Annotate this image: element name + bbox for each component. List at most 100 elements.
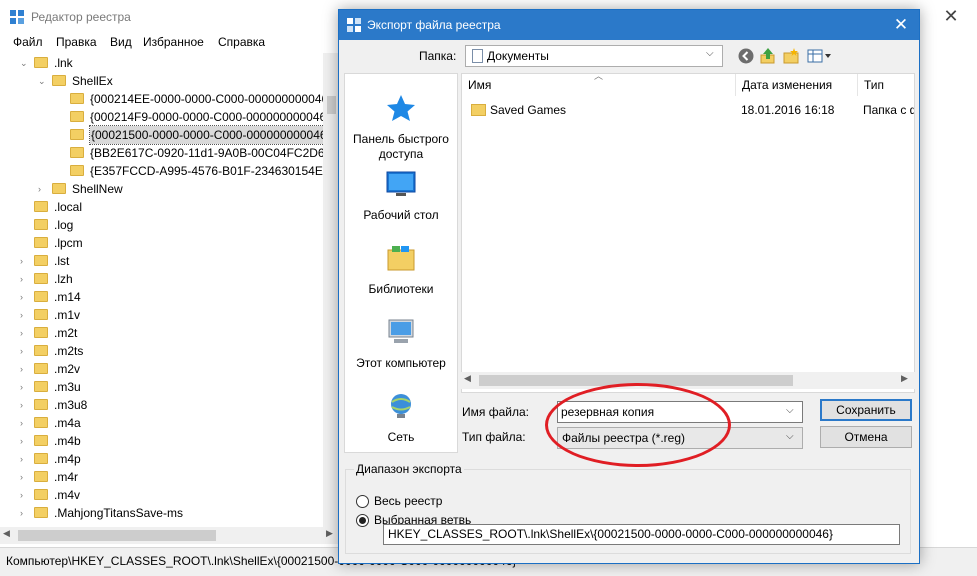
chevron-right-icon[interactable]: › bbox=[20, 504, 30, 522]
place-libraries[interactable]: Библиотеки bbox=[345, 244, 457, 297]
selected-branch-field[interactable]: HKEY_CLASSES_ROOT\.lnk\ShellEx\{00021500… bbox=[383, 524, 900, 545]
view-menu-icon[interactable] bbox=[806, 47, 832, 65]
filetype-value: Файлы реестра (*.reg) bbox=[562, 431, 685, 445]
chevron-right-icon[interactable]: › bbox=[20, 324, 30, 342]
chevron-down-icon[interactable]: ⌵ bbox=[706, 48, 714, 59]
column-type[interactable]: Тип bbox=[858, 74, 914, 96]
scroll-right-arrow-icon[interactable]: ▶ bbox=[326, 528, 333, 539]
back-icon[interactable] bbox=[737, 47, 755, 65]
places-bar: Панель быстрого доступа Рабочий стол Биб… bbox=[344, 73, 458, 453]
menu-view[interactable]: Вид bbox=[110, 35, 132, 49]
regedit-title: Редактор реестра bbox=[31, 10, 131, 24]
folder-select-value: Документы bbox=[487, 49, 549, 63]
place-this-computer[interactable]: Этот компьютер bbox=[345, 318, 457, 371]
dialog-title: Экспорт файла реестра bbox=[367, 18, 501, 32]
column-modified[interactable]: Дата изменения bbox=[736, 74, 858, 96]
dialog-titlebar[interactable]: Экспорт файла реестра ✕ bbox=[339, 10, 919, 40]
filename-input[interactable]: резервная копия ⌵ bbox=[557, 401, 803, 423]
tree-node-label: .m4r bbox=[54, 470, 78, 484]
chevron-right-icon[interactable]: › bbox=[20, 252, 30, 270]
radio-all-registry-label[interactable]: Весь реестр bbox=[374, 494, 442, 508]
close-icon[interactable]: ✕ bbox=[928, 0, 974, 32]
chevron-right-icon[interactable]: › bbox=[20, 270, 30, 288]
chevron-right-icon[interactable]: › bbox=[20, 414, 30, 432]
folder-icon bbox=[34, 291, 48, 302]
chevron-right-icon[interactable]: › bbox=[38, 180, 48, 198]
tree-node-label: .m2t bbox=[54, 326, 78, 340]
chevron-right-icon[interactable]: › bbox=[20, 396, 30, 414]
folder-icon bbox=[34, 507, 48, 518]
registry-tree[interactable]: ⌄ .lnk ⌄ ShellEx {000214EE-0000-0000-C000-00… bbox=[0, 53, 340, 545]
file-row[interactable]: Saved Games 18.01.2016 16:18 Папка с ф bbox=[462, 101, 914, 119]
scroll-left-arrow-icon[interactable]: ◀ bbox=[464, 373, 471, 384]
chevron-down-icon[interactable]: ⌄ bbox=[38, 72, 48, 90]
folder-label: Папка: bbox=[419, 49, 457, 63]
file-list-horizontal-scrollbar[interactable]: ◀ ▶ bbox=[461, 372, 915, 389]
close-icon[interactable]: ✕ bbox=[887, 13, 915, 37]
place-desktop[interactable]: Рабочий стол bbox=[345, 170, 457, 223]
scroll-left-arrow-icon[interactable]: ◀ bbox=[3, 528, 10, 539]
tree-node-label: .lpcm bbox=[54, 236, 83, 250]
folder-icon bbox=[52, 183, 66, 194]
chevron-right-icon[interactable]: › bbox=[20, 468, 30, 486]
export-range-legend: Диапазон экспорта bbox=[354, 462, 464, 476]
place-quick-access[interactable]: Панель быстрого доступа bbox=[345, 94, 457, 162]
folder-select[interactable]: Документы ⌵ bbox=[465, 45, 723, 67]
menu-help[interactable]: Справка bbox=[218, 35, 265, 49]
libraries-icon bbox=[387, 246, 415, 271]
tree-node-label: ShellEx bbox=[72, 74, 113, 88]
computer-icon bbox=[388, 319, 414, 343]
folder-icon bbox=[70, 129, 84, 140]
radio-selected-branch[interactable] bbox=[356, 514, 369, 527]
chevron-down-icon[interactable]: ⌵ bbox=[786, 431, 794, 442]
folder-icon bbox=[70, 93, 84, 104]
new-folder-icon[interactable] bbox=[782, 47, 800, 65]
tree-node-label: .lzh bbox=[54, 272, 73, 286]
filetype-label: Тип файла: bbox=[462, 430, 526, 444]
file-modified: 18.01.2016 16:18 bbox=[741, 103, 835, 117]
tree-node-label: {00021500-0000-0000-C000-000000000046} bbox=[89, 125, 333, 145]
cancel-button[interactable]: Отмена bbox=[820, 426, 912, 448]
place-label: Рабочий стол bbox=[363, 208, 439, 222]
place-network[interactable]: Сеть bbox=[345, 392, 457, 445]
menu-edit[interactable]: Правка bbox=[56, 35, 97, 49]
folder-icon bbox=[52, 75, 66, 86]
up-folder-icon[interactable] bbox=[759, 47, 777, 65]
tree-node-label: .m4b bbox=[54, 434, 81, 448]
folder-icon bbox=[70, 147, 84, 158]
chevron-right-icon[interactable]: › bbox=[20, 306, 30, 324]
folder-icon bbox=[34, 453, 48, 464]
folder-icon bbox=[34, 363, 48, 374]
radio-all-registry[interactable] bbox=[356, 495, 369, 508]
place-label: Библиотеки bbox=[368, 282, 434, 296]
tree-node-label: .m14 bbox=[54, 290, 81, 304]
tree-vertical-scroll-thumb[interactable] bbox=[327, 96, 336, 114]
column-name[interactable]: Имя bbox=[462, 74, 736, 96]
menu-file[interactable]: Файл bbox=[13, 35, 43, 49]
file-list[interactable]: ︿ Имя Дата изменения Тип Saved Games 18.… bbox=[461, 73, 915, 393]
chevron-down-icon[interactable]: ⌵ bbox=[786, 405, 794, 416]
chevron-right-icon[interactable]: › bbox=[20, 360, 30, 378]
export-dialog: Экспорт файла реестра ✕ Папка: Документы… bbox=[338, 9, 920, 564]
filetype-select[interactable]: Файлы реестра (*.reg) ⌵ bbox=[557, 427, 803, 449]
chevron-down-icon[interactable]: ⌄ bbox=[20, 54, 30, 72]
tree-horizontal-scroll-thumb[interactable] bbox=[18, 530, 216, 541]
chevron-right-icon[interactable]: › bbox=[20, 450, 30, 468]
chevron-right-icon[interactable]: › bbox=[20, 486, 30, 504]
file-list-scroll-thumb[interactable] bbox=[479, 375, 793, 386]
star-icon bbox=[387, 95, 415, 121]
tree-horizontal-scrollbar[interactable]: ◀ ▶ bbox=[0, 527, 340, 544]
folder-icon bbox=[34, 327, 48, 338]
folder-icon bbox=[34, 201, 48, 212]
folder-icon bbox=[34, 381, 48, 392]
chevron-right-icon[interactable]: › bbox=[20, 288, 30, 306]
chevron-right-icon[interactable]: › bbox=[20, 378, 30, 396]
menu-favorites[interactable]: Избранное bbox=[143, 35, 204, 49]
save-button[interactable]: Сохранить bbox=[820, 399, 912, 421]
place-label: Этот компьютер bbox=[356, 356, 446, 370]
tree-node-label: .m2ts bbox=[54, 344, 84, 358]
chevron-right-icon[interactable]: › bbox=[20, 432, 30, 450]
regedit-app-icon bbox=[10, 10, 24, 24]
chevron-right-icon[interactable]: › bbox=[20, 342, 30, 360]
scroll-right-arrow-icon[interactable]: ▶ bbox=[901, 373, 908, 384]
